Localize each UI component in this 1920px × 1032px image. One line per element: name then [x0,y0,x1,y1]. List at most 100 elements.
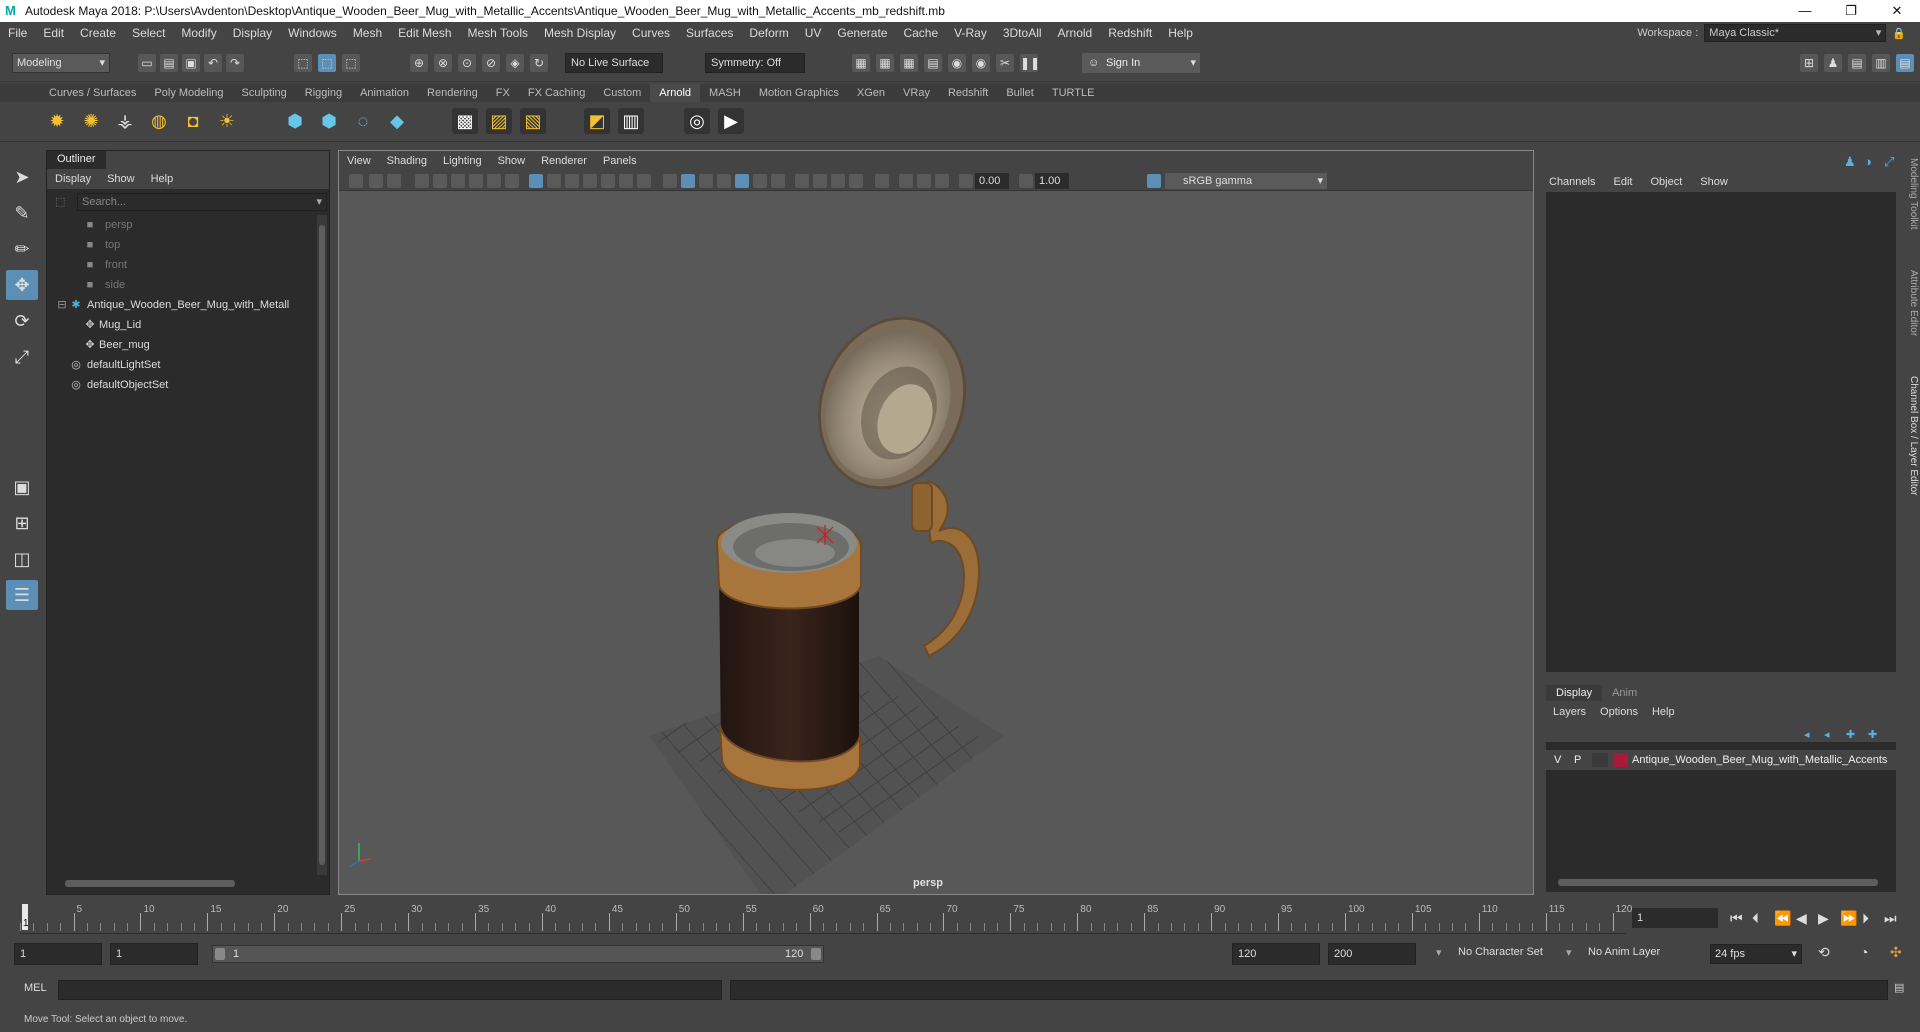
layer-display-type[interactable] [1592,753,1608,767]
move-layer-down-icon[interactable]: ◂ [1824,728,1830,741]
default-material-icon[interactable] [699,174,713,188]
character-set-dropdown[interactable]: No Character Set [1458,946,1543,958]
shelf-tab-redshift[interactable]: Redshift [939,87,997,99]
layer-row[interactable]: V P Antique_Wooden_Beer_Mug_with_Metalli… [1546,750,1896,770]
color-management-icon[interactable] [1147,174,1161,188]
snap-surface-icon[interactable]: ◈ [506,54,524,72]
go-to-start-icon[interactable]: ⏮ [1730,910,1743,927]
smooth-shade-icon[interactable] [681,174,695,188]
layer-tab-anim[interactable]: Anim [1602,685,1647,701]
render-settings-icon[interactable]: ▤ [924,54,942,72]
menu-vray[interactable]: V-Ray [946,26,995,40]
step-back-key-icon[interactable]: ⏪ [1774,910,1791,927]
side-tab-channel-box[interactable]: Channel Box / Layer Editor [1903,376,1919,496]
close-icon[interactable]: ✕ [1874,0,1920,22]
layer-visibility-toggle[interactable]: V [1554,750,1561,770]
lock-icon[interactable]: 🔒 [1892,27,1906,40]
gamma-icon[interactable] [1019,174,1033,188]
step-back-frame-icon[interactable]: ⏴ [1752,910,1759,927]
select-hierarchy-icon[interactable]: ⬚ [294,54,312,72]
color-space-dropdown[interactable]: sRGB gamma [1165,173,1327,189]
shelf-tab-poly-modeling[interactable]: Poly Modeling [145,87,232,99]
pan-camera-icon[interactable] [505,174,519,188]
textured-icon[interactable] [735,174,749,188]
menu-file[interactable]: File [0,26,35,40]
side-tab-modeling-toolkit[interactable]: Modeling Toolkit [1903,158,1919,230]
gate-mask-icon[interactable] [583,174,597,188]
menuset-dropdown[interactable]: Modeling [12,53,110,73]
script-editor-icon[interactable]: ▤ [1894,981,1904,994]
workspace-dropdown[interactable]: Maya Classic* [1704,24,1887,42]
render-view-icon[interactable]: ◉ [972,54,990,72]
xray-joints-icon[interactable] [917,174,931,188]
flush-textures-icon[interactable]: ▩ [452,108,478,134]
shelf-tab-xgen[interactable]: XGen [848,87,894,99]
shelf-tab-vray[interactable]: VRay [894,87,939,99]
viewport-menu-view[interactable]: View [339,155,379,167]
menu-mesh[interactable]: Mesh [345,26,390,40]
collapse-icon[interactable]: ⊟ [55,295,69,315]
symmetry-field[interactable]: Symmetry: Off [705,53,805,73]
snap-view-icon[interactable]: ⊘ [482,54,500,72]
menu-edit-mesh[interactable]: Edit Mesh [390,26,459,40]
outliner-item[interactable]: ■ persp [47,215,315,235]
outliner-item[interactable]: ✥ Beer_mug [47,335,315,355]
layer-playback-toggle[interactable]: P [1574,750,1581,770]
move-layer-up-icon[interactable]: ◂ [1804,728,1810,741]
snap-rotate-icon[interactable]: ↻ [530,54,548,72]
shelf-tab-rigging[interactable]: Rigging [296,87,351,99]
outliner-item[interactable]: ✥ Mug_Lid [47,315,315,335]
new-layer-selected-icon[interactable]: ✚ [1868,728,1877,741]
viewport-menu-show[interactable]: Show [490,155,534,167]
character-set-icon[interactable]: ▾ [1436,946,1442,959]
skydome-light-icon[interactable]: ◍ [146,108,172,134]
create-volume-icon[interactable]: ◆ [384,108,410,134]
mesh-light-icon[interactable]: ✺ [78,108,104,134]
shelf-tab-fx[interactable]: FX [487,87,519,99]
redo-icon[interactable]: ↷ [226,54,244,72]
time-slider-track[interactable]: 5 10 15 20 25 30 35 40 45 50 55 60 65 70 75 80 85 90 95 100… [20,904,1632,934]
options-menu[interactable]: Options [1593,703,1645,721]
float-panel-icon[interactable]: ⤢ [1884,154,1894,170]
outliner-item[interactable]: ■ front [47,255,315,275]
search-options-icon[interactable]: ⬚ [55,195,65,208]
safe-title-icon[interactable] [637,174,651,188]
isolate-select-icon[interactable] [875,174,889,188]
menu-arnold[interactable]: Arnold [1050,26,1101,40]
fps-dropdown[interactable]: 24 fps [1710,944,1802,964]
viewport-menu-renderer[interactable]: Renderer [533,155,595,167]
play-forwards-icon[interactable]: ▶ [1818,910,1829,927]
area-light-icon[interactable]: ✹ [44,108,70,134]
sign-in-button[interactable]: Sign In [1082,53,1200,73]
rotate-camera-icon[interactable] [487,174,501,188]
snap-grid-icon[interactable]: ⊕ [410,54,428,72]
physical-sky-icon[interactable]: ☀ [214,108,240,134]
2d-pan-zoom-icon[interactable] [433,174,447,188]
outliner-vertical-scrollbar[interactable] [317,215,327,875]
new-scene-icon[interactable]: ▭ [138,54,156,72]
menu-modify[interactable]: Modify [173,26,224,40]
step-forward-frame-icon[interactable]: ⏵ [1862,910,1869,927]
xray-components-icon[interactable] [935,174,949,188]
open-scene-icon[interactable]: ▤ [160,54,178,72]
shadows-icon[interactable] [771,174,785,188]
go-to-end-icon[interactable]: ⏭ [1884,910,1897,927]
shelf-tab-curves-surfaces[interactable]: Curves / Surfaces [40,87,145,99]
menu-edit[interactable]: Edit [35,26,72,40]
shelf-tab-fx-caching[interactable]: FX Caching [519,87,594,99]
menu-3dtoall[interactable]: 3DtoAll [995,26,1050,40]
layers-menu[interactable]: Layers [1546,703,1593,721]
range-end-handle[interactable] [811,948,821,960]
pause-icon[interactable]: ❚❚ [1020,54,1040,72]
viewport-menu-panels[interactable]: Panels [595,155,645,167]
human-ik-icon[interactable]: ♟ [1824,54,1842,72]
menu-deform[interactable]: Deform [741,26,796,40]
edit-menu[interactable]: Edit [1604,172,1641,192]
layer-horizontal-scrollbar[interactable] [1548,877,1894,887]
menu-surfaces[interactable]: Surfaces [678,26,741,40]
shelf-tab-animation[interactable]: Animation [351,87,418,99]
render-frame-icon[interactable]: ▦ [852,54,870,72]
attribute-editor-icon[interactable]: ◑ [1864,154,1872,169]
outliner-menu-display[interactable]: Display [47,173,99,185]
field-chart-icon[interactable] [601,174,615,188]
